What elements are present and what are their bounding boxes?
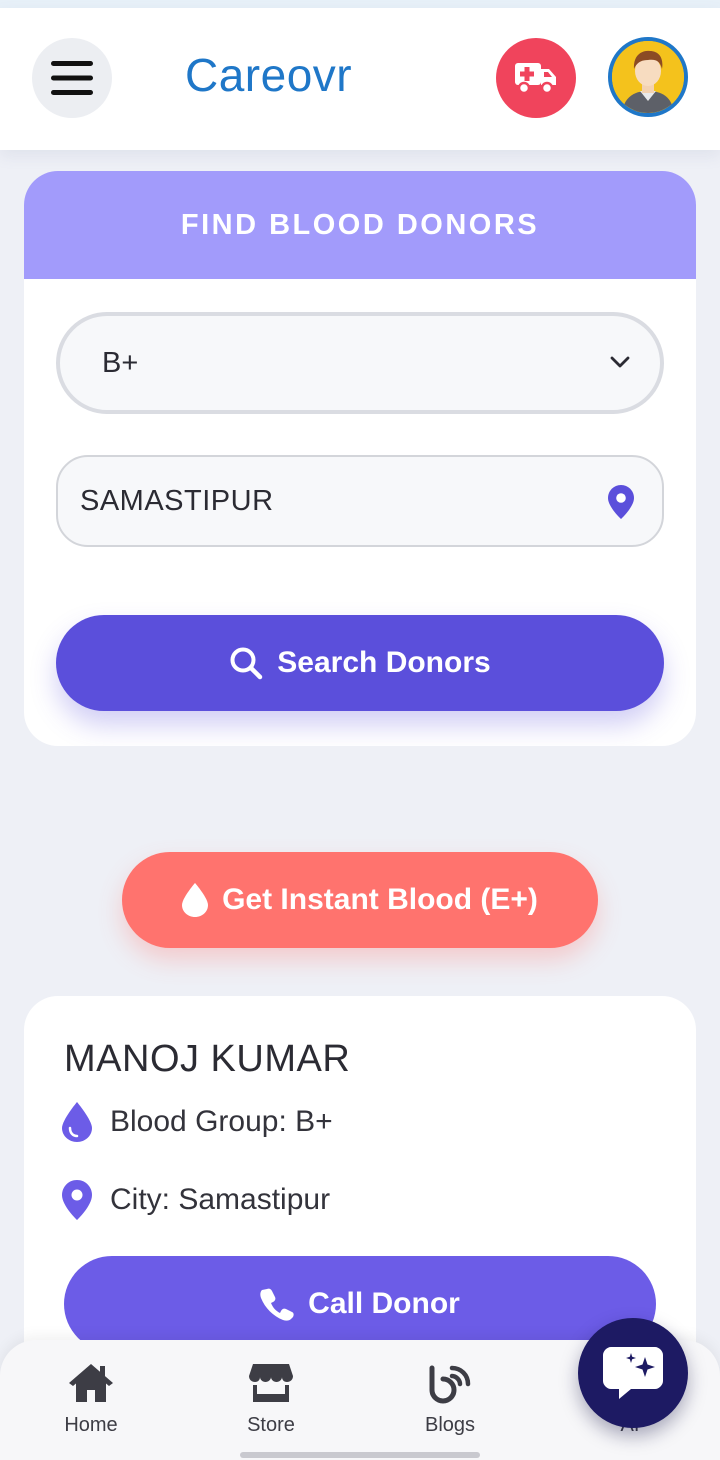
ambulance-icon bbox=[515, 63, 556, 95]
nav-label-blogs: Blogs bbox=[424, 1414, 476, 1436]
person-avatar-icon bbox=[612, 41, 684, 113]
ambulance-button[interactable] bbox=[496, 38, 576, 118]
city-value: SAMASTIPUR bbox=[80, 484, 274, 517]
app-header: Careovr bbox=[0, 8, 720, 150]
chevron-down-icon bbox=[610, 356, 630, 368]
find-donors-header: FIND BLOOD DONORS bbox=[24, 171, 696, 279]
search-icon bbox=[230, 647, 263, 680]
nav-label-home: Home bbox=[64, 1414, 118, 1436]
hamburger-menu-icon bbox=[51, 61, 93, 95]
nav-item-blogs[interactable]: Blogs bbox=[390, 1362, 510, 1437]
call-donor-label: Call Donor bbox=[308, 1287, 460, 1320]
get-instant-blood-button[interactable]: Get Instant Blood (E+) bbox=[122, 852, 598, 948]
search-donors-label: Search Donors bbox=[277, 646, 491, 679]
blogs-icon bbox=[429, 1365, 471, 1404]
location-pin-icon bbox=[62, 1180, 92, 1220]
blood-drop-icon bbox=[182, 883, 209, 917]
donor-city-row: City: Samastipur bbox=[62, 1180, 330, 1220]
donor-blood-group-row: Blood Group: B+ bbox=[62, 1102, 333, 1142]
ai-chat-fab[interactable] bbox=[578, 1318, 688, 1428]
donor-blood-group: Blood Group: B+ bbox=[110, 1105, 333, 1138]
donor-name: MANOJ KUMAR bbox=[64, 1038, 351, 1080]
home-icon bbox=[69, 1364, 113, 1402]
phone-icon bbox=[260, 1288, 294, 1321]
store-icon bbox=[249, 1364, 293, 1402]
find-donors-card: FIND BLOOD DONORS B+ SAMASTIPUR Search D… bbox=[24, 171, 696, 746]
get-instant-blood-label: Get Instant Blood (E+) bbox=[222, 883, 538, 916]
brand-logo-text[interactable]: Careovr bbox=[185, 48, 352, 102]
call-donor-button[interactable]: Call Donor bbox=[64, 1256, 656, 1352]
nav-item-home[interactable]: Home bbox=[31, 1362, 151, 1437]
blood-drop-icon bbox=[62, 1102, 92, 1142]
status-strip bbox=[0, 0, 720, 8]
blood-group-value: B+ bbox=[102, 346, 139, 379]
nav-item-store[interactable]: Store bbox=[211, 1362, 331, 1437]
search-donors-button[interactable]: Search Donors bbox=[56, 615, 664, 711]
city-input[interactable]: SAMASTIPUR bbox=[56, 455, 664, 547]
find-donors-title: FIND BLOOD DONORS bbox=[180, 208, 540, 241]
nav-label-store: Store bbox=[247, 1414, 295, 1436]
user-avatar[interactable] bbox=[608, 37, 688, 117]
menu-button[interactable] bbox=[32, 38, 112, 118]
donor-city: City: Samastipur bbox=[110, 1183, 331, 1216]
gesture-home-bar bbox=[240, 1452, 480, 1458]
location-pin-icon[interactable] bbox=[608, 485, 634, 519]
ai-chat-icon bbox=[603, 1347, 663, 1399]
blood-group-select[interactable]: B+ bbox=[56, 312, 664, 414]
